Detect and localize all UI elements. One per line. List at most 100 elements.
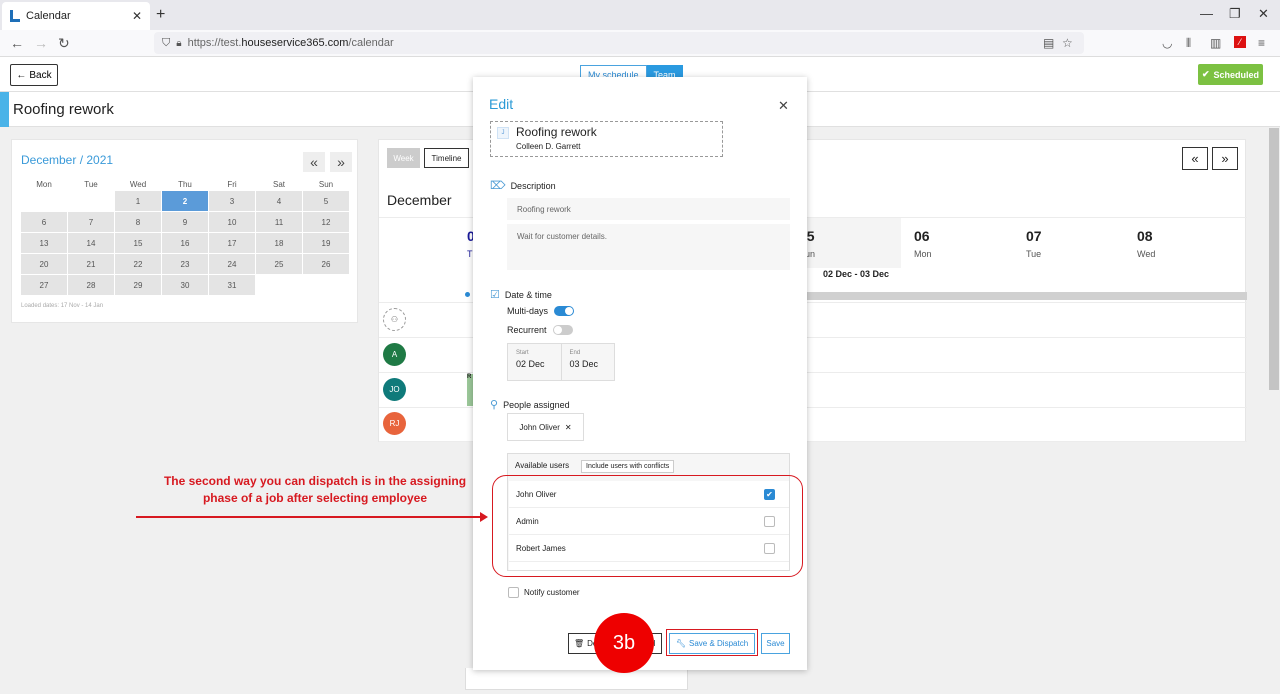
arrow-left-icon: ← — [16, 69, 27, 81]
sidebar-icon[interactable]: ▥ — [1210, 36, 1221, 50]
back-arrow-icon[interactable]: ← — [10, 35, 24, 51]
employee-avatar[interactable]: RJ — [383, 412, 406, 435]
save-button[interactable]: Save — [761, 633, 790, 654]
url-text: https://test.houseservice365.com/calenda… — [187, 37, 394, 49]
calendar-day-29[interactable]: 29 — [115, 275, 161, 295]
calendar-day-7[interactable]: 7 — [68, 212, 114, 232]
weekday-label: Tue — [84, 180, 98, 189]
extension-icon[interactable]: ⁄ — [1234, 36, 1246, 48]
prev-week-button[interactable]: « — [1182, 147, 1208, 170]
next-week-button[interactable]: » — [1212, 147, 1238, 170]
close-tab-icon[interactable]: ✕ — [132, 9, 142, 23]
event-dot-icon — [465, 292, 470, 297]
week-view-button[interactable]: Week — [387, 148, 420, 168]
timeline-view-button[interactable]: Timeline — [424, 148, 469, 168]
menu-icon[interactable]: ≡ — [1258, 36, 1265, 50]
calendar-day-6[interactable]: 6 — [21, 212, 67, 232]
calendar-day-25[interactable]: 25 — [256, 254, 302, 274]
scheduled-status-button[interactable]: ✔ Scheduled — [1198, 64, 1263, 85]
calendar-day-24[interactable]: 24 — [209, 254, 255, 274]
minimize-icon[interactable]: — — [1200, 6, 1213, 21]
job-card[interactable]: J Roofing rework Colleen D. Garrett — [490, 121, 723, 157]
calendar-day-27[interactable]: 27 — [21, 275, 67, 295]
annotation-text: The second way you can dispatch is in th… — [163, 474, 467, 505]
calendar-day-5[interactable]: 5 — [303, 191, 349, 211]
calendar-day-31[interactable]: 31 — [209, 275, 255, 295]
include-conflicts-button[interactable]: Include users with conflicts — [581, 460, 675, 473]
annotation-highlight-box — [492, 475, 803, 577]
browser-tab[interactable]: Calendar ✕ — [2, 2, 150, 30]
notify-customer-checkbox[interactable] — [508, 587, 519, 598]
recurrent-toggle[interactable] — [552, 325, 573, 335]
calendar-day-18[interactable]: 18 — [256, 233, 302, 253]
loaded-dates: Loaded dates: 17 Nov - 14 Jan — [21, 303, 104, 309]
multi-days-toggle[interactable] — [554, 306, 575, 316]
weekday-label: Sun — [318, 180, 334, 189]
description-notes-textarea[interactable]: Wait for customer details. — [507, 224, 790, 270]
restore-icon[interactable]: ❐ — [1229, 6, 1241, 22]
calendar-day-30[interactable]: 30 — [162, 275, 208, 295]
library-icon[interactable]: ⫴ — [1186, 36, 1191, 51]
next-month-button[interactable]: » — [330, 152, 352, 172]
unassigned-avatar[interactable]: ⚇ — [383, 308, 406, 331]
notify-customer-row: Notify customer — [508, 587, 580, 598]
calendar-day-8[interactable]: 8 — [115, 212, 161, 232]
weekday-label: Mon — [36, 180, 52, 189]
calendar-day-4[interactable]: 4 — [256, 191, 302, 211]
annotation-arrow — [136, 516, 482, 518]
job-client: Colleen D. Garrett — [516, 142, 581, 151]
reload-icon[interactable]: ↻ — [58, 35, 70, 52]
weekday-label: Thu — [178, 180, 192, 189]
reader-view-icon[interactable]: ▤ — [1043, 36, 1054, 50]
remove-person-icon[interactable]: ✕ — [565, 423, 572, 432]
calendar-day-21[interactable]: 21 — [68, 254, 114, 274]
calendar-day-17[interactable]: 17 — [209, 233, 255, 253]
available-users-label: Available users — [515, 461, 570, 470]
calendar-day-2[interactable]: 2 — [162, 191, 208, 211]
pocket-icon[interactable]: ◡ — [1162, 36, 1172, 50]
calendar-day-13[interactable]: 13 — [21, 233, 67, 253]
close-icon[interactable]: ✕ — [778, 98, 789, 114]
modal-shadow-panel — [465, 668, 688, 690]
calendar-day-14[interactable]: 14 — [68, 233, 114, 253]
calendar-day-11[interactable]: 11 — [256, 212, 302, 232]
end-date-field[interactable]: End 03 Dec — [560, 344, 615, 380]
start-date-field[interactable]: Start 02 Dec — [508, 344, 561, 380]
weekday-label: Wed — [129, 180, 147, 189]
calendar-day-10[interactable]: 10 — [209, 212, 255, 232]
close-window-icon[interactable]: ✕ — [1258, 6, 1269, 22]
tab-title: Calendar — [26, 10, 71, 22]
calendar-day-26[interactable]: 26 — [303, 254, 349, 274]
calendar-day-12[interactable]: 12 — [303, 212, 349, 232]
calendar-day-3[interactable]: 3 — [209, 191, 255, 211]
employee-avatar[interactable]: JO — [383, 378, 406, 401]
modal-title: Edit — [489, 96, 514, 112]
calendar-day-15[interactable]: 15 — [115, 233, 161, 253]
calendar-day-23[interactable]: 23 — [162, 254, 208, 274]
calendar-day-16[interactable]: 16 — [162, 233, 208, 253]
forward-arrow-icon[interactable]: → — [34, 35, 48, 51]
day-name: Tue — [1026, 249, 1042, 259]
calendar-day-22[interactable]: 22 — [115, 254, 161, 274]
prev-month-button[interactable]: « — [303, 152, 325, 172]
calendar-day-1[interactable]: 1 — [115, 191, 161, 211]
timeline-bar — [807, 292, 1247, 300]
description-title-input[interactable]: Roofing rework — [507, 198, 790, 220]
calendar-day-28[interactable]: 28 — [68, 275, 114, 295]
calendar-day-20[interactable]: 20 — [21, 254, 67, 274]
person-icon: ⚲ — [490, 399, 499, 411]
bookmark-star-icon[interactable]: ☆ — [1062, 36, 1073, 50]
arrow-head-icon — [480, 512, 488, 522]
browser-tab-bar: Calendar ✕ + — ❐ ✕ — [0, 0, 1280, 30]
job-type-icon: J — [497, 127, 509, 139]
multi-days-row: Multi-days — [507, 306, 575, 316]
calendar-day-9[interactable]: 9 — [162, 212, 208, 232]
calendar-day-19[interactable]: 19 — [303, 233, 349, 253]
edit-job-modal: Edit ✕ J Roofing rework Colleen D. Garre… — [473, 77, 807, 670]
scrollbar-thumb[interactable] — [1269, 128, 1279, 390]
employee-avatar[interactable]: A — [383, 343, 406, 366]
new-tab-icon[interactable]: + — [156, 6, 165, 24]
back-button[interactable]: ← Back — [10, 64, 58, 86]
address-bar[interactable]: ⛉ 🔒︎ https://test.houseservice365.com/ca… — [154, 32, 1084, 54]
lock-icon: 🔒︎ — [176, 37, 182, 49]
